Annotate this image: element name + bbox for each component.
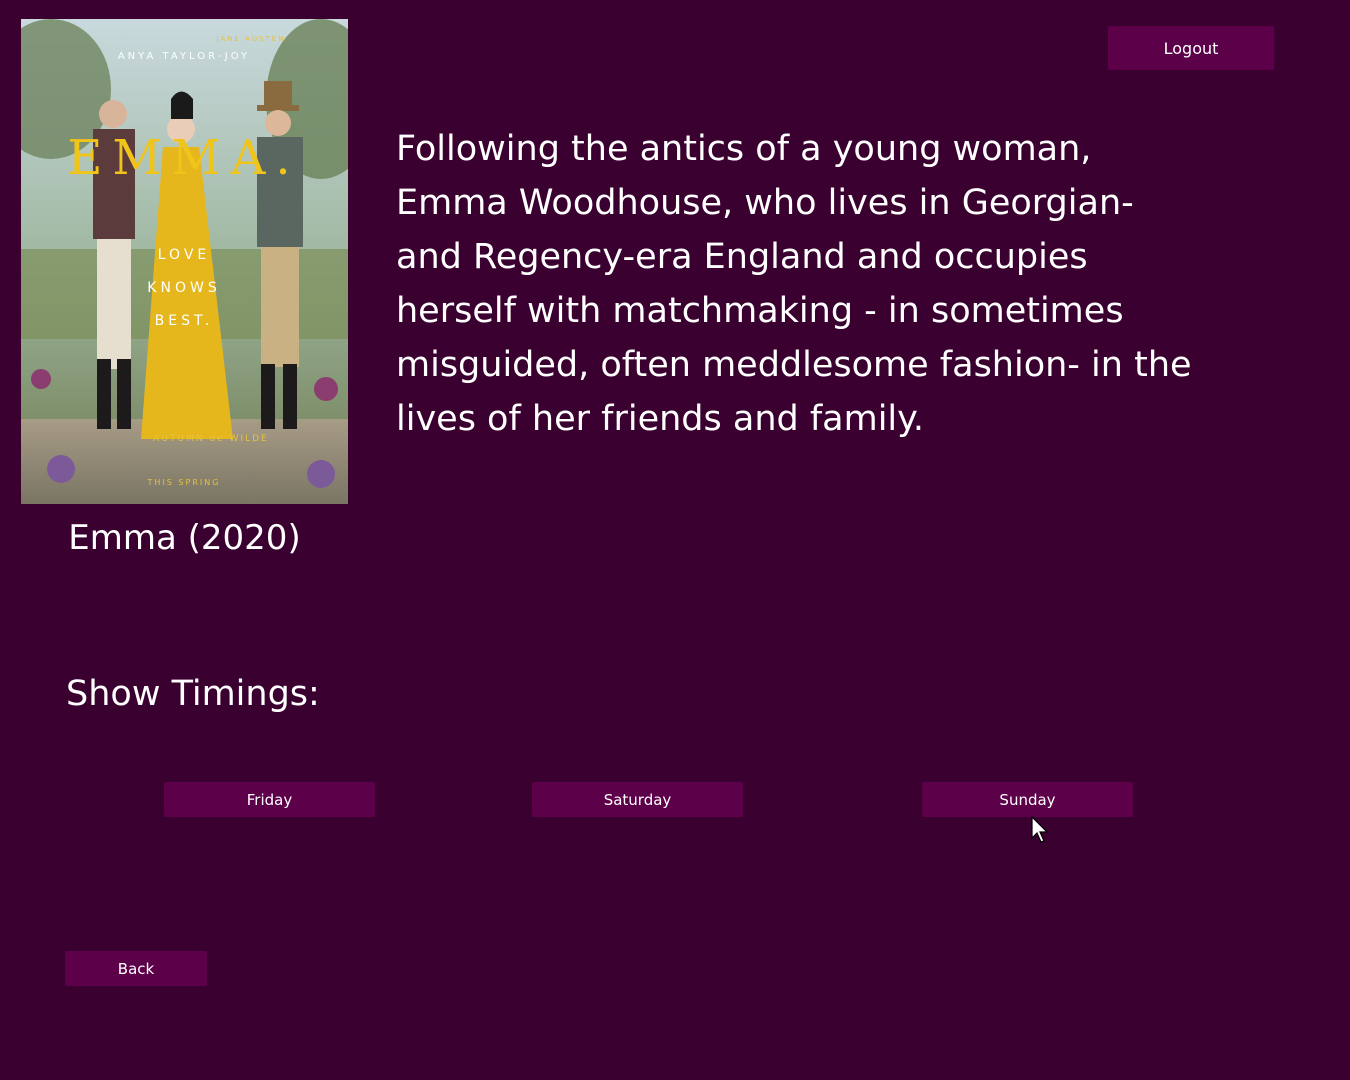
svg-text:BEST.: BEST. [155,313,214,329]
mouse-cursor-icon [1031,815,1051,844]
sunday-button[interactable]: Sunday [922,782,1133,817]
movie-description: Following the antics of a young woman, E… [396,129,1192,439]
logout-button[interactable]: Logout [1108,26,1274,70]
svg-text:AUTUMN de WILDE: AUTUMN de WILDE [153,434,268,444]
poster-credit: ANYA TAYLOR-JOY [118,51,250,62]
saturday-button[interactable]: Saturday [532,782,743,817]
back-button[interactable]: Back [65,951,207,986]
svg-text:KNOWS: KNOWS [147,280,220,296]
movie-title: Emma (2020) [68,518,301,558]
svg-text:JANE AUSTEN: JANE AUSTEN [216,35,286,43]
app-window: Logout ANYA TAYLOR-JOY JANE AUSTEN EMMA.… [0,0,1350,1080]
show-timings-heading: Show Timings: [66,674,320,714]
svg-text:EMMA.: EMMA. [67,130,300,186]
movie-poster: ANYA TAYLOR-JOY JANE AUSTEN EMMA. LOVE K… [21,19,348,504]
friday-button[interactable]: Friday [164,782,375,817]
svg-text:LOVE: LOVE [158,247,211,263]
svg-text:THIS SPRING: THIS SPRING [147,478,221,487]
